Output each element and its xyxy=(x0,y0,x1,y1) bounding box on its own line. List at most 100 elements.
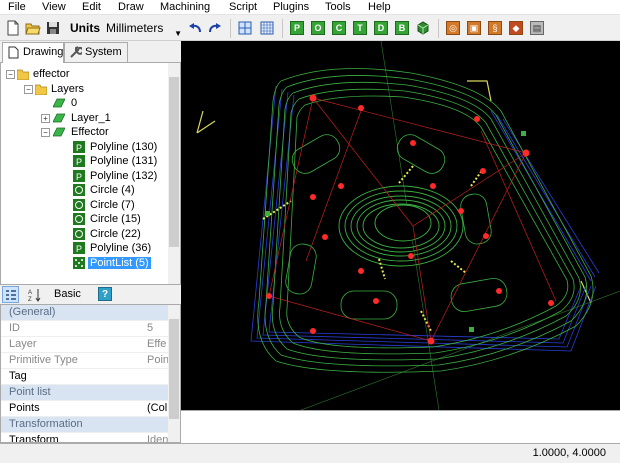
polyline-icon: P xyxy=(73,141,85,153)
menu-help[interactable]: Help xyxy=(368,0,391,14)
polyline-icon: P xyxy=(73,170,85,182)
tree-scrollbar[interactable] xyxy=(168,63,180,313)
tree-node-polyline-132[interactable]: P Polyline (132) xyxy=(73,169,157,183)
drawing-canvas[interactable] xyxy=(181,41,620,410)
tree-label-selected: PointList (5) xyxy=(88,257,151,269)
profile-op-button[interactable]: ▣ xyxy=(465,19,483,37)
tree-node-effector[interactable]: effector xyxy=(17,67,70,81)
redo-icon xyxy=(209,23,221,33)
open-file-button[interactable] xyxy=(24,19,42,37)
tree-node-circle-15[interactable]: Circle (15) xyxy=(73,212,141,226)
circle-tool-icon: O xyxy=(311,21,325,35)
prop-row-layer[interactable]: Layer Effe xyxy=(1,337,169,353)
circle-icon xyxy=(73,199,85,211)
tree-label: Circle (4) xyxy=(90,184,135,196)
draw-curve-button[interactable]: C xyxy=(330,19,348,37)
scroll-thumb[interactable] xyxy=(169,319,179,419)
circle-icon xyxy=(73,213,85,225)
properties-toolbar: AZ Basic ? xyxy=(0,284,181,304)
redo-button[interactable] xyxy=(206,19,224,37)
prop-row-points[interactable]: Points (Col xyxy=(1,401,169,417)
tree-node-polyline-130[interactable]: P Polyline (130) xyxy=(73,140,157,154)
engrave-op-button[interactable]: ◆ xyxy=(507,19,525,37)
tree-node-layer-1[interactable]: Layer_1 xyxy=(53,111,111,125)
new-file-button[interactable] xyxy=(4,19,22,37)
drawing-tree[interactable]: − effector − Layers 0 + Layer_1 − Effect… xyxy=(0,62,181,314)
save-button[interactable] xyxy=(44,19,62,37)
draw-shape-button[interactable]: D xyxy=(372,19,390,37)
cursor-coordinates: 1.0000, 4.0000 xyxy=(532,447,606,459)
layer-icon xyxy=(53,127,65,137)
draw-block-button[interactable] xyxy=(414,19,432,37)
menu-edit[interactable]: Edit xyxy=(82,0,101,14)
menu-script[interactable]: Script xyxy=(229,0,257,14)
menu-tools[interactable]: Tools xyxy=(325,0,351,14)
show-grid-button[interactable] xyxy=(258,19,276,37)
expand-icon[interactable]: + xyxy=(41,114,50,123)
folder-icon xyxy=(35,84,47,95)
polyline-icon: P xyxy=(73,242,85,254)
layer-icon xyxy=(53,98,65,108)
tree-label: Polyline (130) xyxy=(90,141,158,153)
property-grid[interactable]: (General) ID 5 Layer Effe Primitive Type Po… xyxy=(0,304,181,443)
floppy-save-icon xyxy=(47,22,59,34)
menu-draw[interactable]: Draw xyxy=(118,0,144,14)
tree-node-circle-22[interactable]: Circle (22) xyxy=(73,227,141,241)
prop-row-primitive-type[interactable]: Primitive Type Poin xyxy=(1,353,169,369)
collapse-icon[interactable]: − xyxy=(41,128,50,137)
svg-text:P: P xyxy=(76,157,82,167)
cad-drawing[interactable] xyxy=(181,41,620,410)
svg-text:P: P xyxy=(76,244,82,254)
categorized-icon xyxy=(6,290,16,300)
basic-view-button[interactable]: Basic xyxy=(54,288,81,300)
tree-label: Layer_1 xyxy=(71,112,111,124)
tree-node-polyline-131[interactable]: P Polyline (131) xyxy=(73,154,157,168)
draw-polyline-button[interactable]: P xyxy=(288,19,306,37)
tree-node-pointlist-5[interactable]: PointList (5) xyxy=(73,256,151,270)
categorized-button[interactable] xyxy=(2,286,19,303)
prop-category-general[interactable]: (General) xyxy=(1,305,169,321)
undo-button[interactable] xyxy=(186,19,204,37)
left-panel: Drawing System − effector − Layers 0 + L… xyxy=(0,41,181,443)
folder-icon xyxy=(17,69,29,80)
menu-plugins[interactable]: Plugins xyxy=(273,0,309,14)
menu-machining[interactable]: Machining xyxy=(160,0,210,14)
tree-label: effector xyxy=(33,68,70,80)
units-select[interactable]: Millimeters ▼ xyxy=(103,19,183,38)
tree-node-effector-layer[interactable]: Effector xyxy=(53,125,109,139)
prop-row-id[interactable]: ID 5 xyxy=(1,321,169,337)
prop-category-point-list[interactable]: Point list xyxy=(1,385,169,401)
tree-node-layer-0[interactable]: 0 xyxy=(53,96,77,110)
draw-box-button[interactable]: B xyxy=(393,19,411,37)
units-select-value: Millimeters xyxy=(106,21,164,35)
property-scrollbar[interactable] xyxy=(168,305,180,442)
drill-op-button[interactable]: § xyxy=(486,19,504,37)
menu-file[interactable]: File xyxy=(8,0,26,14)
tab-drawing[interactable]: Drawing xyxy=(2,42,64,63)
prop-row-transform[interactable]: Transform Iden xyxy=(1,433,169,442)
scroll-thumb[interactable] xyxy=(169,77,179,247)
tree-node-circle-4[interactable]: Circle (4) xyxy=(73,183,135,197)
toolbar: Units Millimeters ▼ P O C T D B ◎ ▣ § ◆ … xyxy=(0,16,620,41)
help-icon[interactable]: ? xyxy=(98,287,112,301)
tree-node-circle-7[interactable]: Circle (7) xyxy=(73,198,135,212)
tree-node-polyline-36[interactable]: P Polyline (36) xyxy=(73,241,151,255)
collapse-icon[interactable]: − xyxy=(6,70,15,79)
alphabetical-button[interactable]: AZ xyxy=(26,286,43,303)
prop-category-transformation[interactable]: Transformation xyxy=(1,417,169,433)
new-file-icon xyxy=(7,20,19,36)
menu-view[interactable]: View xyxy=(42,0,66,14)
tab-system[interactable]: System xyxy=(64,42,128,62)
prop-row-tag[interactable]: Tag xyxy=(1,369,169,385)
collapse-icon[interactable]: − xyxy=(24,85,33,94)
text-tool-icon: T xyxy=(353,21,367,35)
snap-grid-button[interactable] xyxy=(236,19,254,37)
tree-node-layers[interactable]: Layers xyxy=(35,82,84,96)
pocket-op-button[interactable]: ◎ xyxy=(444,19,462,37)
tree-label: Polyline (36) xyxy=(90,242,152,254)
snap-grid-icon xyxy=(238,21,252,35)
export-op-button[interactable]: ▤ xyxy=(528,19,546,37)
tree-label: Polyline (132) xyxy=(90,170,158,182)
draw-circle-button[interactable]: O xyxy=(309,19,327,37)
draw-text-button[interactable]: T xyxy=(351,19,369,37)
